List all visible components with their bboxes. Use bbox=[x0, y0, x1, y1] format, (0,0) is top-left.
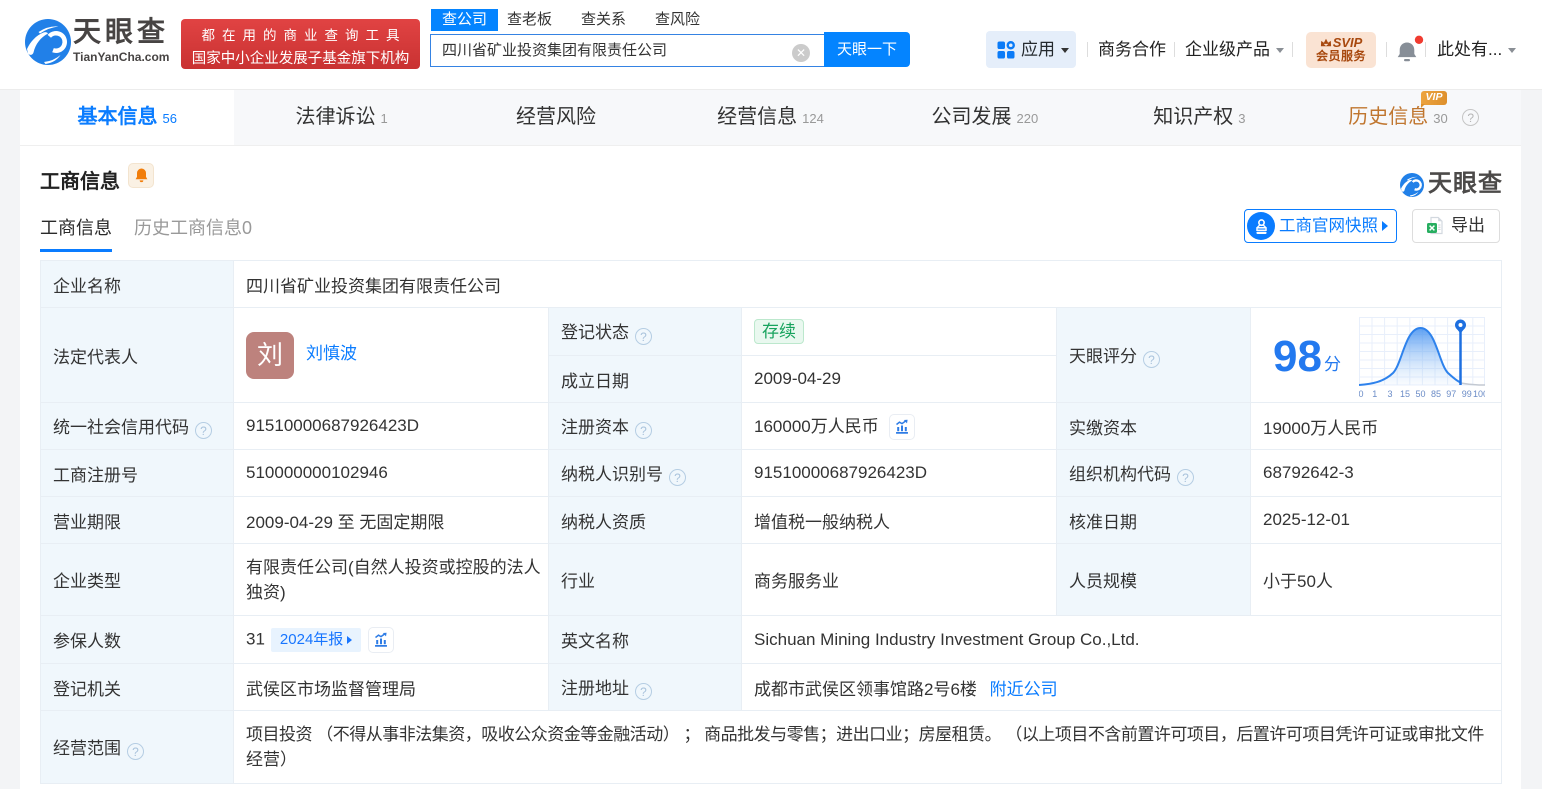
svg-text:99: 99 bbox=[1462, 389, 1472, 399]
svg-text:85: 85 bbox=[1431, 389, 1441, 399]
svg-text:0: 0 bbox=[1359, 389, 1364, 399]
svg-text:3: 3 bbox=[1387, 389, 1392, 399]
svg-text:15: 15 bbox=[1400, 389, 1410, 399]
svg-text:97: 97 bbox=[1446, 389, 1456, 399]
svg-text:50: 50 bbox=[1415, 389, 1425, 399]
svg-text:100: 100 bbox=[1473, 389, 1485, 399]
svg-text:1: 1 bbox=[1372, 389, 1377, 399]
